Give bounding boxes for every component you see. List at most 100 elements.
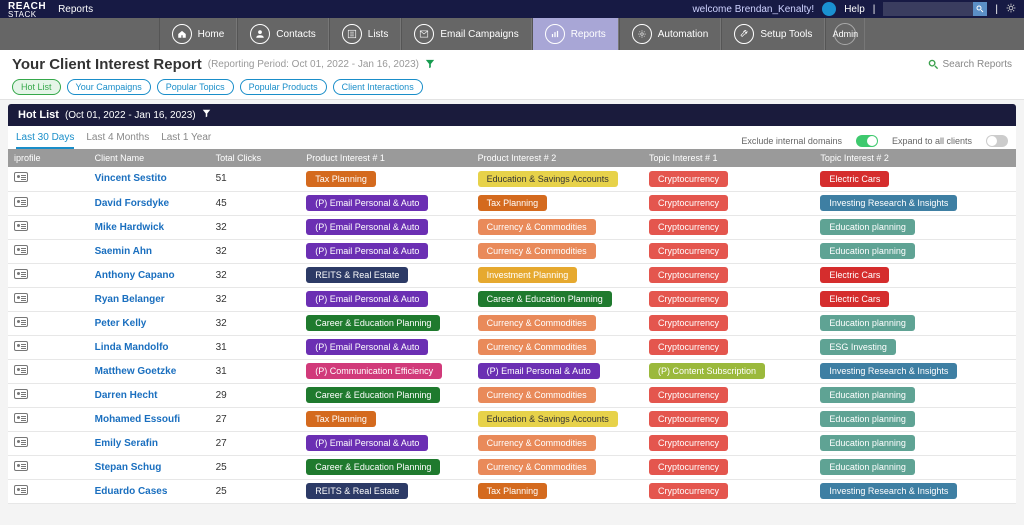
global-search-button[interactable] (973, 2, 987, 16)
tag[interactable]: REITS & Real Estate (306, 483, 408, 499)
col-product-interest-1[interactable]: Product Interest # 1 (300, 149, 471, 167)
tag[interactable]: Cryptocurrency (649, 459, 728, 475)
globe-icon[interactable] (822, 2, 836, 16)
breadcrumb[interactable]: Reports (58, 4, 93, 15)
tag[interactable]: Tax Planning (478, 483, 548, 499)
nav-admin[interactable]: Admin (825, 18, 865, 50)
tag[interactable]: (P) Email Personal & Auto (306, 243, 428, 259)
tag[interactable]: ESG Investing (820, 339, 896, 355)
global-search[interactable] (883, 2, 987, 16)
tag[interactable]: Education planning (820, 243, 915, 259)
client-name-link[interactable]: Anthony Capano (95, 270, 175, 281)
profile-card-icon[interactable] (14, 437, 28, 447)
nav-contacts[interactable]: Contacts (237, 18, 328, 50)
tag[interactable]: Currency & Commodities (478, 243, 596, 259)
help-link[interactable]: Help (844, 4, 865, 15)
search-reports[interactable]: Search Reports (928, 59, 1012, 70)
tag[interactable]: Education planning (820, 411, 915, 427)
tag[interactable]: Electric Cars (820, 267, 889, 283)
filter-hot-list[interactable]: Hot List (12, 79, 61, 95)
tag[interactable]: Career & Education Planning (306, 387, 440, 403)
profile-card-icon[interactable] (14, 172, 28, 182)
profile-card-icon[interactable] (14, 485, 28, 495)
tag[interactable]: Currency & Commodities (478, 219, 596, 235)
client-name-link[interactable]: David Forsdyke (95, 198, 169, 209)
profile-card-icon[interactable] (14, 413, 28, 423)
tag[interactable]: Tax Planning (306, 171, 376, 187)
tag[interactable]: Cryptocurrency (649, 267, 728, 283)
client-name-link[interactable]: Ryan Belanger (95, 294, 165, 305)
tag[interactable]: Education planning (820, 387, 915, 403)
profile-card-icon[interactable] (14, 341, 28, 351)
tab-last-4-months[interactable]: Last 4 Months (86, 132, 149, 149)
tag[interactable]: (P) Content Subscription (649, 363, 765, 379)
tag[interactable]: Investing Research & Insights (820, 363, 957, 379)
tag[interactable]: Investing Research & Insights (820, 195, 957, 211)
nav-email-campaigns[interactable]: Email Campaigns (401, 18, 531, 50)
profile-card-icon[interactable] (14, 293, 28, 303)
col-iprofile[interactable]: iprofile (8, 149, 89, 167)
tag[interactable]: Cryptocurrency (649, 339, 728, 355)
client-name-link[interactable]: Peter Kelly (95, 318, 147, 329)
tag[interactable]: (P) Email Personal & Auto (306, 435, 428, 451)
nav-setup-tools[interactable]: Setup Tools (721, 18, 825, 50)
tag[interactable]: (P) Email Personal & Auto (306, 195, 428, 211)
tag[interactable]: Education & Savings Accounts (478, 411, 618, 427)
profile-card-icon[interactable] (14, 389, 28, 399)
tag[interactable]: (P) Communication Efficiency (306, 363, 442, 379)
col-total-clicks[interactable]: Total Clicks (210, 149, 301, 167)
filter-icon[interactable] (202, 109, 211, 121)
client-name-link[interactable]: Matthew Goetzke (95, 366, 177, 377)
tag[interactable]: Cryptocurrency (649, 387, 728, 403)
tag[interactable]: Tax Planning (478, 195, 548, 211)
nav-automation[interactable]: Automation (619, 18, 722, 50)
nav-lists[interactable]: Lists (329, 18, 402, 50)
profile-card-icon[interactable] (14, 461, 28, 471)
tag[interactable]: REITS & Real Estate (306, 267, 408, 283)
tag[interactable]: Education planning (820, 435, 915, 451)
tag[interactable]: Tax Planning (306, 411, 376, 427)
col-product-interest-2[interactable]: Product Interest # 2 (472, 149, 643, 167)
exclude-toggle[interactable] (856, 135, 878, 147)
tab-last-30-days[interactable]: Last 30 Days (16, 132, 74, 149)
filter-popular-topics[interactable]: Popular Topics (157, 79, 234, 95)
filter-your-campaigns[interactable]: Your Campaigns (67, 79, 151, 95)
tag[interactable]: (P) Email Personal & Auto (306, 291, 428, 307)
filter-icon[interactable] (425, 56, 435, 73)
profile-card-icon[interactable] (14, 365, 28, 375)
tag[interactable]: Cryptocurrency (649, 219, 728, 235)
tag[interactable]: Cryptocurrency (649, 483, 728, 499)
tag[interactable]: Education planning (820, 219, 915, 235)
settings-icon[interactable] (1006, 3, 1016, 16)
tag[interactable]: Cryptocurrency (649, 411, 728, 427)
client-name-link[interactable]: Saemin Ahn (95, 246, 152, 257)
tag[interactable]: Electric Cars (820, 291, 889, 307)
profile-card-icon[interactable] (14, 197, 28, 207)
tag[interactable]: Currency & Commodities (478, 339, 596, 355)
client-name-link[interactable]: Mohamed Essoufi (95, 414, 181, 425)
filter-client-interactions[interactable]: Client Interactions (333, 79, 423, 95)
tag[interactable]: Education & Savings Accounts (478, 171, 618, 187)
col-topic-interest-2[interactable]: Topic Interest # 2 (814, 149, 1016, 167)
tag[interactable]: Cryptocurrency (649, 171, 728, 187)
tag[interactable]: Cryptocurrency (649, 195, 728, 211)
tag[interactable]: Career & Education Planning (306, 315, 440, 331)
tag[interactable]: Currency & Commodities (478, 435, 596, 451)
tab-last-1-year[interactable]: Last 1 Year (161, 132, 211, 149)
client-name-link[interactable]: Vincent Sestito (95, 173, 167, 184)
expand-toggle[interactable] (986, 135, 1008, 147)
tag[interactable]: (P) Email Personal & Auto (478, 363, 600, 379)
col-topic-interest-1[interactable]: Topic Interest # 1 (643, 149, 814, 167)
tag[interactable]: Cryptocurrency (649, 315, 728, 331)
tag[interactable]: Currency & Commodities (478, 459, 596, 475)
profile-card-icon[interactable] (14, 245, 28, 255)
profile-card-icon[interactable] (14, 269, 28, 279)
tag[interactable]: (P) Email Personal & Auto (306, 219, 428, 235)
client-name-link[interactable]: Stepan Schug (95, 462, 162, 473)
nav-home[interactable]: Home (159, 18, 238, 50)
profile-card-icon[interactable] (14, 317, 28, 327)
client-name-link[interactable]: Eduardo Cases (95, 486, 168, 497)
tag[interactable]: (P) Email Personal & Auto (306, 339, 428, 355)
client-name-link[interactable]: Mike Hardwick (95, 222, 164, 233)
filter-popular-products[interactable]: Popular Products (240, 79, 327, 95)
